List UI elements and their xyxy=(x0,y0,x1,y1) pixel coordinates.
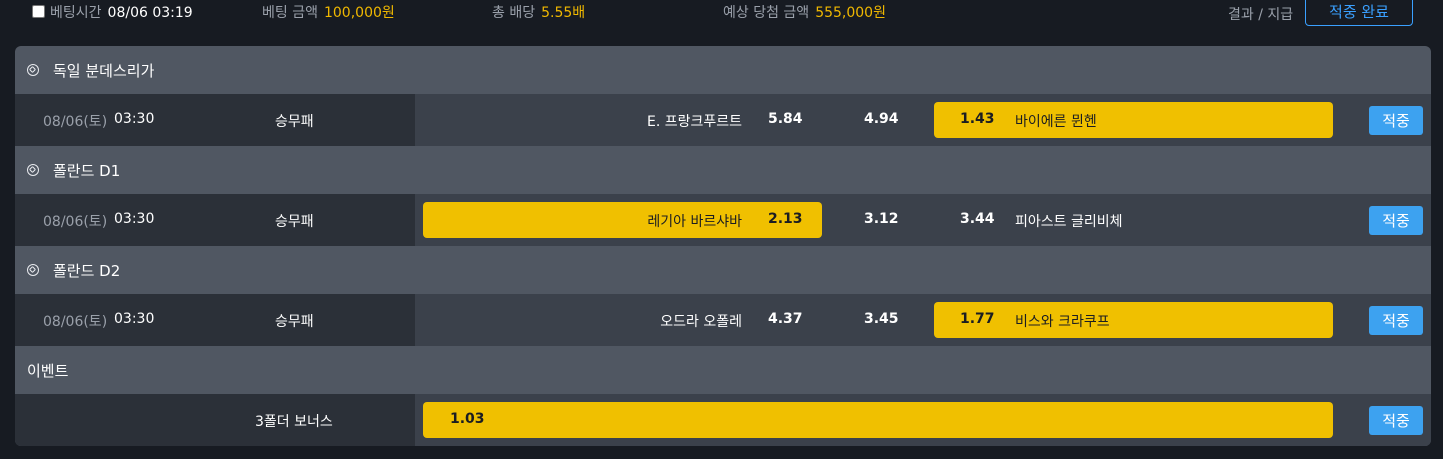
home-odds: 5.84 xyxy=(768,111,803,127)
league-header: 폴란드 D2 xyxy=(15,246,1431,294)
event-row: 3폴더 보너스 1.03 적중 xyxy=(15,394,1431,446)
away-team: 바이에른 뮌헨 xyxy=(1015,114,1097,130)
market-type: 승무패 xyxy=(275,314,314,330)
draw-odds: 3.12 xyxy=(864,211,899,227)
expected-win: 예상 당첨 금액 555,000원 xyxy=(723,4,886,22)
bet-amount-label: 베팅 금액 xyxy=(262,5,318,21)
select-checkbox[interactable] xyxy=(32,5,45,18)
league-name: 폴란드 D1 xyxy=(53,161,121,180)
result-label: 결과 / 지급 xyxy=(1228,7,1294,23)
event-name: 3폴더 보너스 xyxy=(255,414,333,430)
expected-win-label: 예상 당첨 금액 xyxy=(723,5,810,21)
away-odds: 3.44 xyxy=(960,211,995,227)
event-title: 이벤트 xyxy=(27,361,69,380)
match-info: 08/06(토) 03:30 승무패 xyxy=(15,94,415,146)
home-team: 오드라 오폴레 xyxy=(660,314,742,330)
selected-event-highlight xyxy=(423,402,1333,438)
home-team: 레기아 바르샤바 xyxy=(647,214,742,230)
league-name: 독일 분데스리가 xyxy=(53,61,155,80)
win-result-button[interactable]: 적중 xyxy=(1369,106,1423,135)
match-date: 08/06(토) xyxy=(43,214,108,230)
bet-amount: 베팅 금액 100,000원 xyxy=(262,4,395,22)
match-date: 08/06(토) xyxy=(43,314,108,330)
total-odds-value: 5.55배 xyxy=(541,5,586,21)
event-info: 3폴더 보너스 xyxy=(15,394,415,446)
market-type: 승무패 xyxy=(275,214,314,230)
league-name: 폴란드 D2 xyxy=(53,261,121,280)
event-odds-area: 1.03 적중 xyxy=(415,394,1431,446)
event-odds: 1.03 xyxy=(450,411,485,427)
odds-area: 오드라 오폴레 4.37 3.45 1.77 비스와 크라쿠프 적중 xyxy=(415,294,1431,346)
home-team: E. 프랑크푸르트 xyxy=(646,114,742,130)
market-type: 승무패 xyxy=(275,114,314,130)
bet-amount-value: 100,000원 xyxy=(323,5,395,21)
total-odds: 총 배당 5.55배 xyxy=(492,4,585,22)
match-info: 08/06(토) 03:30 승무패 xyxy=(15,194,415,246)
win-result-button[interactable]: 적중 xyxy=(1369,206,1423,235)
match-time: 03:30 xyxy=(114,311,155,327)
match-row: 08/06(토) 03:30 승무패 레기아 바르샤바 2.13 3.12 3.… xyxy=(15,194,1431,246)
bet-slip-card: 독일 분데스리가 08/06(토) 03:30 승무패 E. 프랑크푸르트 5.… xyxy=(15,46,1431,446)
league-header: 독일 분데스리가 xyxy=(15,46,1431,94)
bet-time: 베팅시간 08/06 03:19 xyxy=(32,4,193,22)
win-complete-button[interactable]: 적중 완료 xyxy=(1305,0,1413,26)
league-header: 폴란드 D1 xyxy=(15,146,1431,194)
match-time: 03:30 xyxy=(114,111,155,127)
soccer-ball-icon xyxy=(27,64,39,76)
match-info: 08/06(토) 03:30 승무패 xyxy=(15,294,415,346)
event-header: 이벤트 xyxy=(15,346,1431,394)
odds-area: E. 프랑크푸르트 5.84 4.94 1.43 바이에른 뮌헨 적중 xyxy=(415,94,1431,146)
away-team: 피아스트 글리비체 xyxy=(1015,214,1123,230)
total-odds-label: 총 배당 xyxy=(492,5,536,21)
odds-area: 레기아 바르샤바 2.13 3.12 3.44 피아스트 글리비체 적중 xyxy=(415,194,1431,246)
selected-home-highlight xyxy=(423,202,822,238)
draw-odds: 3.45 xyxy=(864,311,899,327)
bet-time-value: 08/06 03:19 xyxy=(107,5,193,21)
draw-odds: 4.94 xyxy=(864,111,899,127)
away-team: 비스와 크라쿠프 xyxy=(1015,314,1110,330)
win-result-button[interactable]: 적중 xyxy=(1369,306,1423,335)
home-odds: 4.37 xyxy=(768,311,803,327)
expected-win-value: 555,000원 xyxy=(815,5,886,21)
win-result-button[interactable]: 적중 xyxy=(1369,406,1423,435)
home-odds: 2.13 xyxy=(768,211,803,227)
soccer-ball-icon xyxy=(27,264,39,276)
match-date: 08/06(토) xyxy=(43,114,108,130)
match-row: 08/06(토) 03:30 승무패 오드라 오폴레 4.37 3.45 1.7… xyxy=(15,294,1431,346)
bet-time-label: 베팅시간 xyxy=(50,5,102,21)
bet-summary-bar: 베팅시간 08/06 03:19 베팅 금액 100,000원 총 배당 5.55배 … xyxy=(0,0,1443,30)
away-odds: 1.77 xyxy=(960,311,995,327)
match-row: 08/06(토) 03:30 승무패 E. 프랑크푸르트 5.84 4.94 1… xyxy=(15,94,1431,146)
match-time: 03:30 xyxy=(114,211,155,227)
away-odds: 1.43 xyxy=(960,111,995,127)
soccer-ball-icon xyxy=(27,164,39,176)
